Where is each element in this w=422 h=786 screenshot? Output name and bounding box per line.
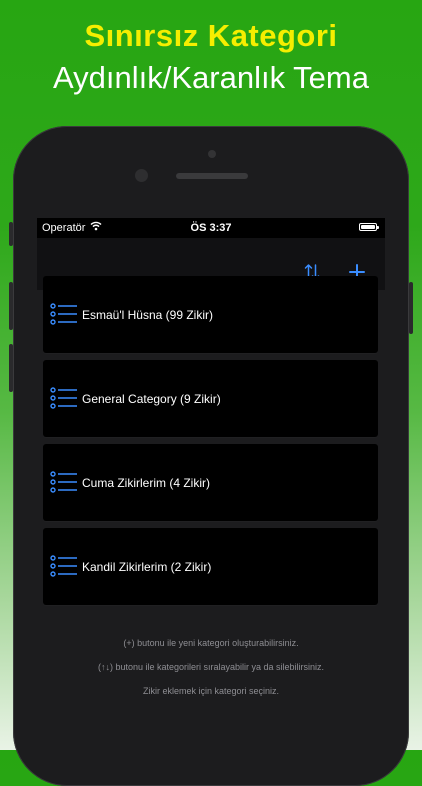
- phone-mute-switch: [9, 222, 13, 246]
- app-screen: Operatör ÖS 3:37 Esmaü'l Hüsna (99 Zikir…: [37, 218, 385, 750]
- list-icon: [50, 555, 78, 582]
- proximity-sensor: [135, 169, 148, 182]
- phone-volume-down: [9, 344, 13, 392]
- hint-select: Zikir eklemek için kategori seçiniz.: [142, 686, 280, 696]
- category-row-kandil[interactable]: Kandil Zikirlerim (2 Zikir): [43, 528, 378, 605]
- front-camera: [208, 150, 216, 158]
- category-row-general[interactable]: General Category (9 Zikir): [43, 360, 378, 437]
- promo-subheadline: Aydınlık/Karanlık Tema: [53, 60, 369, 95]
- status-bar: Operatör ÖS 3:37: [37, 218, 385, 238]
- earpiece-speaker: [176, 173, 248, 179]
- hint-sort: (↑↓) butonu ile kategorileri sıralayabil…: [97, 662, 325, 672]
- promo-headline: Sınırsız Kategori: [84, 18, 338, 53]
- phone-power-button: [409, 282, 413, 334]
- list-icon: [50, 471, 78, 498]
- phone-volume-up: [9, 282, 13, 330]
- clock: ÖS 3:37: [190, 222, 232, 234]
- hint-add: (+) butonu ile yeni kategori oluşturabil…: [123, 638, 299, 648]
- battery-icon: [359, 223, 379, 231]
- category-label: General Category (9 Zikir): [82, 392, 221, 406]
- category-row-esmaul-husna[interactable]: Esmaü'l Hüsna (99 Zikir): [43, 276, 378, 353]
- list-icon: [50, 303, 78, 330]
- category-label: Cuma Zikirlerim (4 Zikir): [82, 476, 210, 490]
- category-row-cuma[interactable]: Cuma Zikirlerim (4 Zikir): [43, 444, 378, 521]
- category-label: Esmaü'l Hüsna (99 Zikir): [82, 308, 213, 322]
- list-icon: [50, 387, 78, 414]
- category-label: Kandil Zikirlerim (2 Zikir): [82, 560, 212, 574]
